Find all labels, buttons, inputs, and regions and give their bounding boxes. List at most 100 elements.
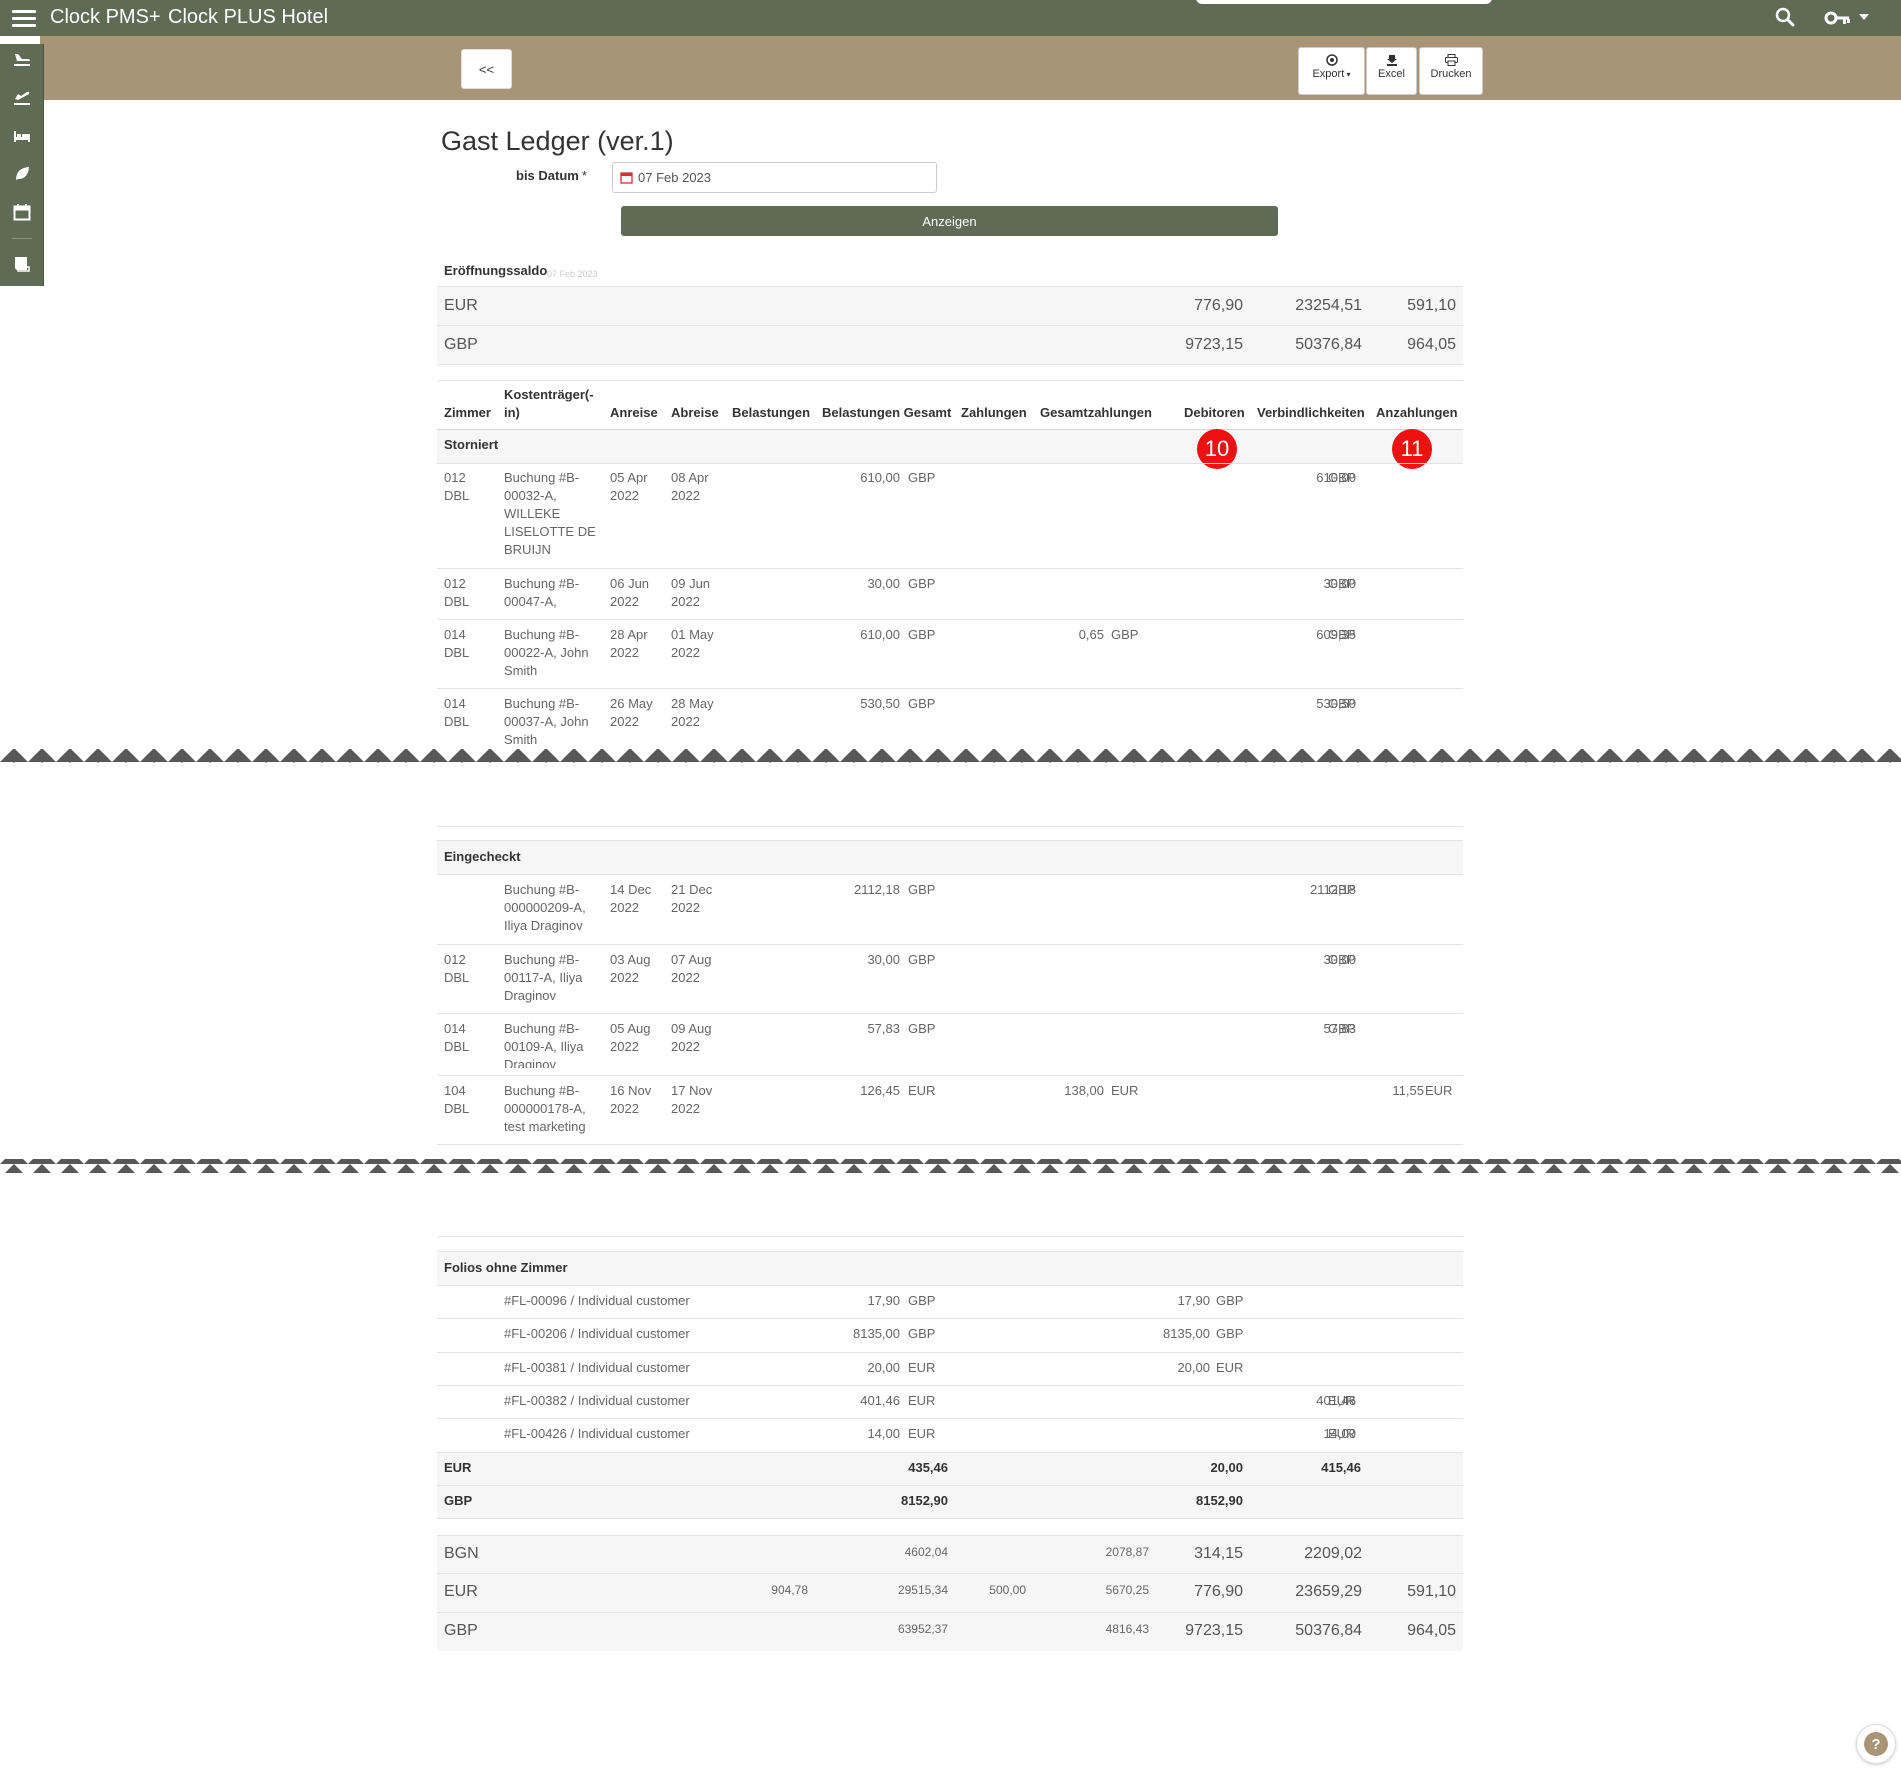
currency-label: BGN	[444, 1545, 479, 1562]
departure-date: 09 Aug	[671, 1021, 712, 1036]
book-icon[interactable]	[12, 254, 32, 274]
payer-link[interactable]: Buchung #B-	[504, 575, 579, 593]
export-button[interactable]: Export ▾	[1298, 47, 1365, 95]
arrival-year: 2022	[610, 900, 639, 915]
app-brand[interactable]: Clock PMS+	[50, 6, 161, 29]
currency: GBP	[1328, 882, 1356, 897]
folio-link[interactable]: #FL-00381 / Individual customer	[504, 1359, 690, 1377]
arrival-year: 2022	[610, 970, 639, 985]
folio-link[interactable]: #FL-00426 / Individual customer	[504, 1425, 690, 1443]
folio-link[interactable]: #FL-00096 / Individual customer	[504, 1292, 690, 1310]
currency: EUR	[908, 1393, 936, 1408]
payer-text: Iliya Draginov	[504, 918, 583, 933]
payer-link[interactable]: Buchung #B-	[504, 695, 579, 713]
payer-link[interactable]: Buchung #B-	[504, 1082, 579, 1100]
debitoren-total: 20,00	[1210, 1460, 1243, 1475]
search-icon[interactable]	[1774, 6, 1796, 28]
arrival-date: 28 Apr	[610, 627, 648, 642]
nav-divider	[12, 238, 32, 239]
currency: EUR	[908, 1083, 936, 1098]
payer-link[interactable]: Buchung #B-	[504, 881, 579, 899]
excel-button[interactable]: Excel	[1366, 47, 1417, 95]
payer-link[interactable]: Buchung #B-	[504, 1020, 579, 1038]
debitoren-value: 9723,15	[1185, 336, 1243, 353]
leaf-icon[interactable]	[12, 164, 32, 184]
verbindlichkeiten-value: 50376,84	[1295, 336, 1362, 353]
print-button[interactable]: Drucken	[1419, 47, 1483, 95]
arrival-year: 2022	[610, 594, 639, 609]
column-header-belastungen-gesamt[interactable]: Belastungen Gesamt	[822, 404, 951, 422]
column-header-debitoren[interactable]: Debitoren	[1184, 404, 1245, 422]
currency-label: EUR	[444, 297, 478, 314]
bed-icon[interactable]	[12, 126, 32, 146]
plane-arrival-icon[interactable]	[12, 50, 32, 70]
payer-text: LISELOTTE DE	[504, 524, 596, 539]
back-button[interactable]: <<	[461, 49, 512, 89]
column-header-zimmer[interactable]: Zimmer	[444, 404, 491, 422]
currency: GBP	[908, 1326, 936, 1341]
print-label: Drucken	[1430, 68, 1472, 80]
column-header-belastungen[interactable]: Belastungen	[732, 404, 810, 422]
hotel-name[interactable]: Clock PLUS Hotel	[168, 6, 328, 29]
section-header-eingecheckt	[437, 841, 1463, 874]
divider	[437, 619, 1463, 620]
search-input[interactable]	[1196, 0, 1492, 4]
divider	[437, 1352, 1463, 1353]
departure-year: 2022	[671, 594, 700, 609]
arrival-year: 2022	[610, 714, 639, 729]
column-header-kostentraeger[interactable]: Kostenträger(-	[504, 386, 594, 404]
currency: GBP	[1328, 1021, 1356, 1036]
chevron-down-icon[interactable]	[1858, 12, 1870, 22]
divider	[437, 568, 1463, 569]
payer-link[interactable]: Buchung #B-	[504, 626, 579, 644]
column-header-gesamtzahlungen[interactable]: Gesamtzahlungen	[1040, 404, 1152, 422]
section-label: Eingecheckt	[444, 849, 521, 864]
date-field[interactable]: 07 Feb 2023	[612, 162, 937, 193]
folio-link[interactable]: #FL-00382 / Individual customer	[504, 1392, 690, 1410]
currency: GBP	[1216, 1326, 1244, 1341]
verbindlichkeiten-total: 50376,84	[1295, 1622, 1362, 1639]
column-header-anzahlungen[interactable]: Anzahlungen	[1376, 404, 1458, 422]
payer-link[interactable]: Buchung #B-	[504, 469, 579, 487]
currency-label: GBP	[444, 1493, 473, 1508]
column-header-abreise[interactable]: Abreise	[671, 404, 719, 422]
folio-link[interactable]: #FL-00206 / Individual customer	[504, 1325, 690, 1343]
room-number: 014	[444, 696, 466, 711]
anzahlungen-total: 591,10	[1407, 1583, 1456, 1600]
column-header-verbindlichkeiten[interactable]: Verbindlichkeiten	[1257, 404, 1365, 422]
payer-text: 000000209-A,	[504, 900, 586, 915]
divider	[437, 463, 1463, 464]
column-header-anreise[interactable]: Anreise	[610, 404, 658, 422]
belastungen-gesamt-value: 30,00	[867, 576, 900, 591]
belastungen-gesamt-total: 63952,37	[897, 1622, 948, 1636]
arrival-date: 14 Dec	[610, 882, 652, 897]
gesamtzahlungen-total: 4816,43	[1105, 1622, 1149, 1636]
debitoren-value: 776,90	[1194, 297, 1243, 314]
show-button[interactable]: Anzeigen	[621, 206, 1278, 236]
help-button[interactable]: ?	[1856, 1724, 1896, 1764]
divider	[437, 944, 1463, 945]
menu-icon[interactable]	[12, 6, 36, 30]
key-icon[interactable]	[1824, 8, 1852, 28]
payer-text: 00022-A, John	[504, 645, 589, 660]
currency: GBP	[908, 952, 936, 967]
divider	[437, 1075, 1463, 1076]
currency: GBP	[1328, 470, 1356, 485]
section-header-storniert	[437, 430, 1463, 463]
currency: EUR	[908, 1360, 936, 1375]
currency-label: EUR	[444, 1460, 472, 1475]
payer-link[interactable]: Buchung #B-	[504, 951, 579, 969]
room-type: DBL	[444, 1039, 470, 1054]
payer-text: 000000178-A,	[504, 1101, 586, 1116]
column-header-zahlungen[interactable]: Zahlungen	[961, 404, 1027, 422]
currency-label: GBP	[444, 1622, 478, 1639]
departure-date: 28 May	[671, 696, 714, 711]
anzahlungen-total: 964,05	[1407, 1622, 1456, 1639]
departure-year: 2022	[671, 970, 700, 985]
verbindlichkeiten-value: 23254,51	[1295, 297, 1362, 314]
currency: GBP	[908, 1293, 936, 1308]
date-value: 07 Feb 2023	[638, 170, 712, 185]
calendar-icon[interactable]	[12, 202, 32, 222]
plane-departure-icon[interactable]	[12, 88, 32, 108]
departure-date: 21 Dec	[671, 882, 713, 897]
